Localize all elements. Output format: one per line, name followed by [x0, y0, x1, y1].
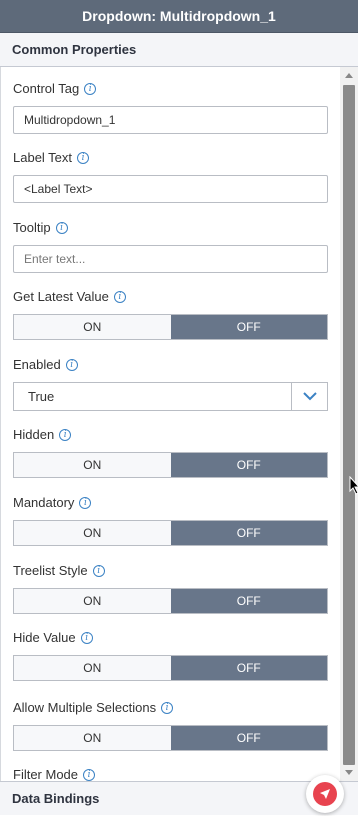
- toggle-off[interactable]: OFF: [170, 453, 327, 477]
- properties-list: Control Tag i Multidropdown_1 Label Text…: [0, 67, 340, 781]
- chevron-down-icon[interactable]: [291, 383, 327, 410]
- control-tag-label: Control Tag i: [13, 80, 328, 98]
- hidden-field: Hidden i ON OFF: [13, 426, 328, 478]
- enabled-label: Enabled i: [13, 356, 328, 374]
- toggle-on[interactable]: ON: [14, 656, 171, 680]
- send-button[interactable]: [306, 775, 344, 813]
- info-icon[interactable]: i: [77, 152, 90, 164]
- allow-multiple-selections-label-text: Allow Multiple Selections: [13, 700, 157, 715]
- info-icon[interactable]: i: [92, 565, 105, 577]
- hide-value-field: Hide Value i ON OFF: [13, 629, 328, 681]
- tooltip-label-text: Tooltip: [13, 220, 51, 235]
- hidden-label-text: Hidden: [13, 427, 55, 442]
- filter-mode-label-text: Filter Mode: [13, 767, 79, 781]
- scrollbar[interactable]: [340, 67, 358, 781]
- treelist-style-toggle: ON OFF: [13, 588, 328, 614]
- allow-multiple-selections-label: Allow Multiple Selections i: [13, 699, 328, 717]
- label-text-input[interactable]: <Label Text>: [13, 175, 328, 203]
- info-icon[interactable]: i: [59, 429, 72, 441]
- filter-mode-label: Filter Mode i: [13, 766, 328, 781]
- toggle-off[interactable]: OFF: [170, 315, 327, 339]
- info-icon[interactable]: i: [161, 702, 174, 714]
- get-latest-value-label: Get Latest Value i: [13, 288, 328, 306]
- allow-multiple-selections-toggle: ON OFF: [13, 725, 328, 751]
- tooltip-field: Tooltip i Enter text...: [13, 219, 328, 273]
- toggle-on[interactable]: ON: [14, 315, 171, 339]
- hide-value-label: Hide Value i: [13, 629, 328, 647]
- enabled-field: Enabled i True: [13, 356, 328, 411]
- info-icon[interactable]: i: [65, 359, 78, 371]
- filter-mode-field: Filter Mode i: [13, 766, 328, 781]
- info-icon[interactable]: i: [83, 769, 96, 781]
- control-tag-field: Control Tag i Multidropdown_1: [13, 80, 328, 134]
- scrollbar-thumb[interactable]: [343, 85, 355, 765]
- mandatory-label-text: Mandatory: [13, 495, 75, 510]
- info-icon[interactable]: i: [80, 632, 93, 644]
- send-icon: [313, 782, 337, 806]
- treelist-style-label-text: Treelist Style: [13, 563, 88, 578]
- toggle-on[interactable]: ON: [14, 453, 171, 477]
- tooltip-label: Tooltip i: [13, 219, 328, 237]
- mandatory-toggle: ON OFF: [13, 520, 328, 546]
- info-icon[interactable]: i: [113, 291, 126, 303]
- toggle-off[interactable]: OFF: [170, 656, 327, 680]
- control-tag-input[interactable]: Multidropdown_1: [13, 106, 328, 134]
- allow-multiple-selections-field: Allow Multiple Selections i ON OFF: [13, 699, 328, 751]
- treelist-style-field: Treelist Style i ON OFF: [13, 562, 328, 614]
- hidden-label: Hidden i: [13, 426, 328, 444]
- get-latest-value-toggle: ON OFF: [13, 314, 328, 340]
- info-icon[interactable]: i: [84, 83, 97, 95]
- info-icon[interactable]: i: [55, 222, 68, 234]
- label-text-label-text: Label Text: [13, 150, 73, 165]
- section-data-bindings[interactable]: Data Bindings: [0, 781, 358, 815]
- label-text-label: Label Text i: [13, 149, 328, 167]
- panel-title: Dropdown: Multidropdown_1: [0, 0, 358, 33]
- hide-value-label-text: Hide Value: [13, 630, 76, 645]
- info-icon[interactable]: i: [79, 497, 92, 509]
- hidden-toggle: ON OFF: [13, 452, 328, 478]
- scroll-down-arrow-icon[interactable]: [345, 770, 353, 775]
- enabled-select[interactable]: True: [13, 382, 328, 411]
- toggle-on[interactable]: ON: [14, 589, 171, 613]
- section-common-properties[interactable]: Common Properties: [0, 33, 358, 67]
- get-latest-value-field: Get Latest Value i ON OFF: [13, 288, 328, 340]
- toggle-off[interactable]: OFF: [170, 726, 327, 750]
- tooltip-input[interactable]: Enter text...: [13, 245, 328, 273]
- toggle-on[interactable]: ON: [14, 521, 171, 545]
- hide-value-toggle: ON OFF: [13, 655, 328, 681]
- mandatory-field: Mandatory i ON OFF: [13, 494, 328, 546]
- treelist-style-label: Treelist Style i: [13, 562, 328, 580]
- label-text-field: Label Text i <Label Text>: [13, 149, 328, 203]
- toggle-on[interactable]: ON: [14, 726, 171, 750]
- get-latest-value-label-text: Get Latest Value: [13, 289, 109, 304]
- toggle-off[interactable]: OFF: [170, 589, 327, 613]
- mouse-cursor-icon: [349, 476, 358, 495]
- scroll-up-arrow-icon[interactable]: [345, 73, 353, 78]
- toggle-off[interactable]: OFF: [170, 521, 327, 545]
- enabled-label-text: Enabled: [13, 357, 61, 372]
- mandatory-label: Mandatory i: [13, 494, 328, 512]
- control-tag-label-text: Control Tag: [13, 81, 80, 96]
- enabled-select-value: True: [28, 389, 55, 404]
